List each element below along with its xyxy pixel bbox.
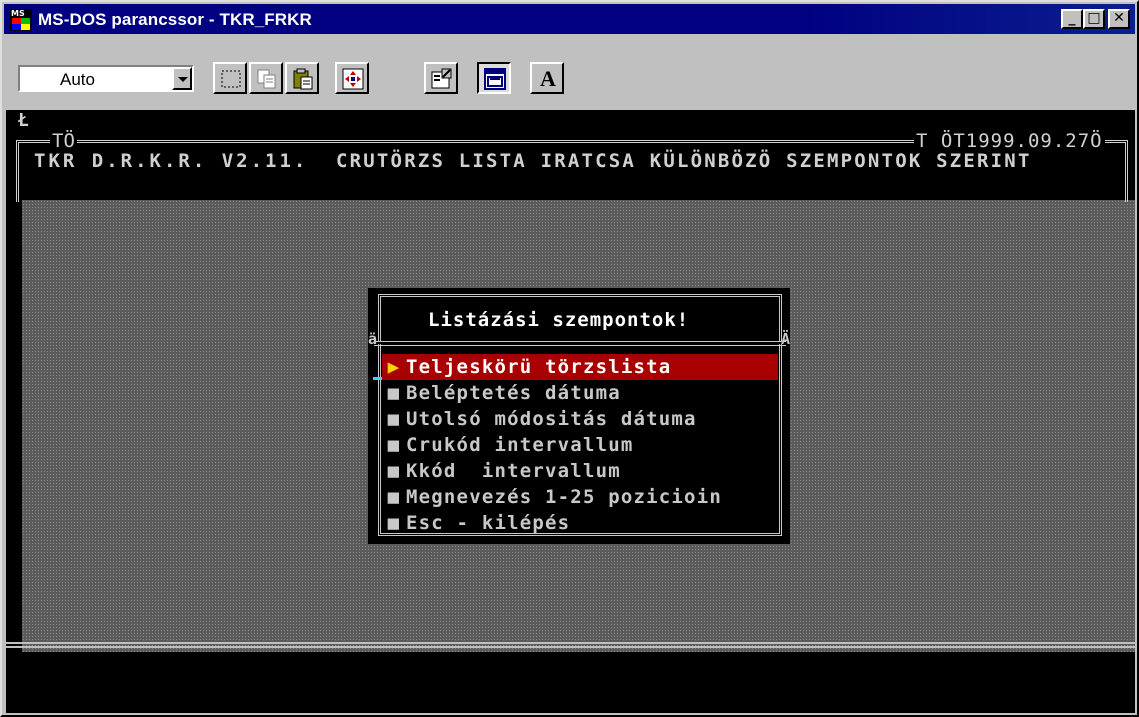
menu-item-label: Kkód intervallum	[406, 460, 621, 482]
bullet-icon: ■	[387, 486, 401, 508]
font-icon: A	[540, 66, 556, 91]
status-separator	[6, 642, 1135, 648]
ms-dos-icon-text: MS	[11, 9, 25, 18]
font-size-select[interactable]: Auto	[18, 65, 194, 92]
menu-item-cru-code-range[interactable]: ■ Crukód intervallum	[382, 432, 778, 458]
menu-item-label: Beléptetés dátuma	[406, 382, 621, 404]
header-left-tab: TÖ	[50, 130, 77, 152]
paste-button[interactable]	[285, 62, 319, 94]
font-size-value: Auto	[60, 70, 95, 89]
title-bar[interactable]: MS MS-DOS parancssor - TKR_FRKR _ □ ✕	[4, 4, 1135, 34]
menu-item-label: Crukód intervallum	[406, 434, 634, 456]
bullet-icon: ■	[387, 434, 401, 456]
menu-list: ▶ Teljeskörü törzslista ■ Beléptetés dátum…	[382, 354, 778, 536]
chevron-down-icon[interactable]	[172, 67, 192, 90]
menu-dialog: Listázási szempontok! ä Ä ▶ Teljeskörü tö…	[368, 288, 790, 544]
bullet-icon: ■	[387, 408, 401, 430]
font-button[interactable]: A	[530, 62, 564, 94]
window-title: MS-DOS parancssor - TKR_FRKR	[38, 10, 312, 29]
paste-icon	[293, 68, 313, 90]
header-app-name: TKR D.R.K.R. V2.11.	[34, 150, 309, 172]
mark-icon	[221, 70, 241, 88]
menu-item-k-code-range[interactable]: ■ Kkód intervallum	[382, 458, 778, 484]
menu-item-last-modified[interactable]: ■ Utolsó módositás dátuma	[382, 406, 778, 432]
menu-item-label: Teljeskörü törzslista	[406, 356, 672, 378]
menu-title: Listázási szempontok!	[428, 309, 690, 331]
maximize-icon[interactable]: □	[1083, 9, 1105, 29]
menu-item-name-positions[interactable]: ■ Megnevezés 1-25 pozicioin	[382, 484, 778, 510]
copy-button[interactable]	[249, 62, 283, 94]
console-screen[interactable]: Ł TÖ T ÖT1999.09.27Ö TKR D.R.K.R. V2.11.…	[6, 110, 1135, 713]
background-button[interactable]	[477, 62, 511, 94]
bullet-icon: ■	[387, 512, 401, 534]
header-subtitle: CRUTÖRZS LISTA IRATCSA KÜLÖNBÖZÖ SZEMPON…	[336, 150, 1032, 172]
bullet-icon: ■	[387, 382, 401, 404]
menu-item-exit[interactable]: ■ Esc - kilépés	[382, 510, 778, 536]
close-icon[interactable]: ✕	[1108, 9, 1130, 29]
menu-separator-left: ä	[368, 330, 378, 348]
bullet-icon: ■	[387, 460, 401, 482]
properties-icon	[431, 68, 452, 89]
menu-item-full-list[interactable]: ▶ Teljeskörü törzslista	[382, 354, 778, 380]
copy-icon	[257, 69, 276, 89]
menu-item-label: Utolsó módositás dátuma	[406, 408, 697, 430]
menu-item-entry-date[interactable]: ■ Beléptetés dátuma	[382, 380, 778, 406]
background-icon	[484, 68, 506, 90]
minimize-icon[interactable]: _	[1061, 9, 1083, 29]
menu-item-label: Megnevezés 1-25 pozicioin	[406, 486, 722, 508]
status-area	[6, 652, 1135, 713]
mark-button[interactable]	[213, 62, 247, 94]
properties-button[interactable]	[424, 62, 458, 94]
prompt-glyph: Ł	[18, 110, 29, 131]
msdos-window: MS MS-DOS parancssor - TKR_FRKR _ □ ✕ Au…	[0, 0, 1139, 717]
selected-arrow-icon: ▶	[387, 356, 401, 378]
menu-separator-right: Ä	[780, 330, 790, 348]
fullscreen-icon	[342, 68, 364, 90]
menu-item-label: Esc - kilépés	[406, 512, 571, 534]
ms-dos-icon[interactable]: MS	[10, 9, 32, 31]
fullscreen-button[interactable]	[335, 62, 369, 94]
header-date: T ÖT1999.09.27Ö	[914, 130, 1105, 152]
